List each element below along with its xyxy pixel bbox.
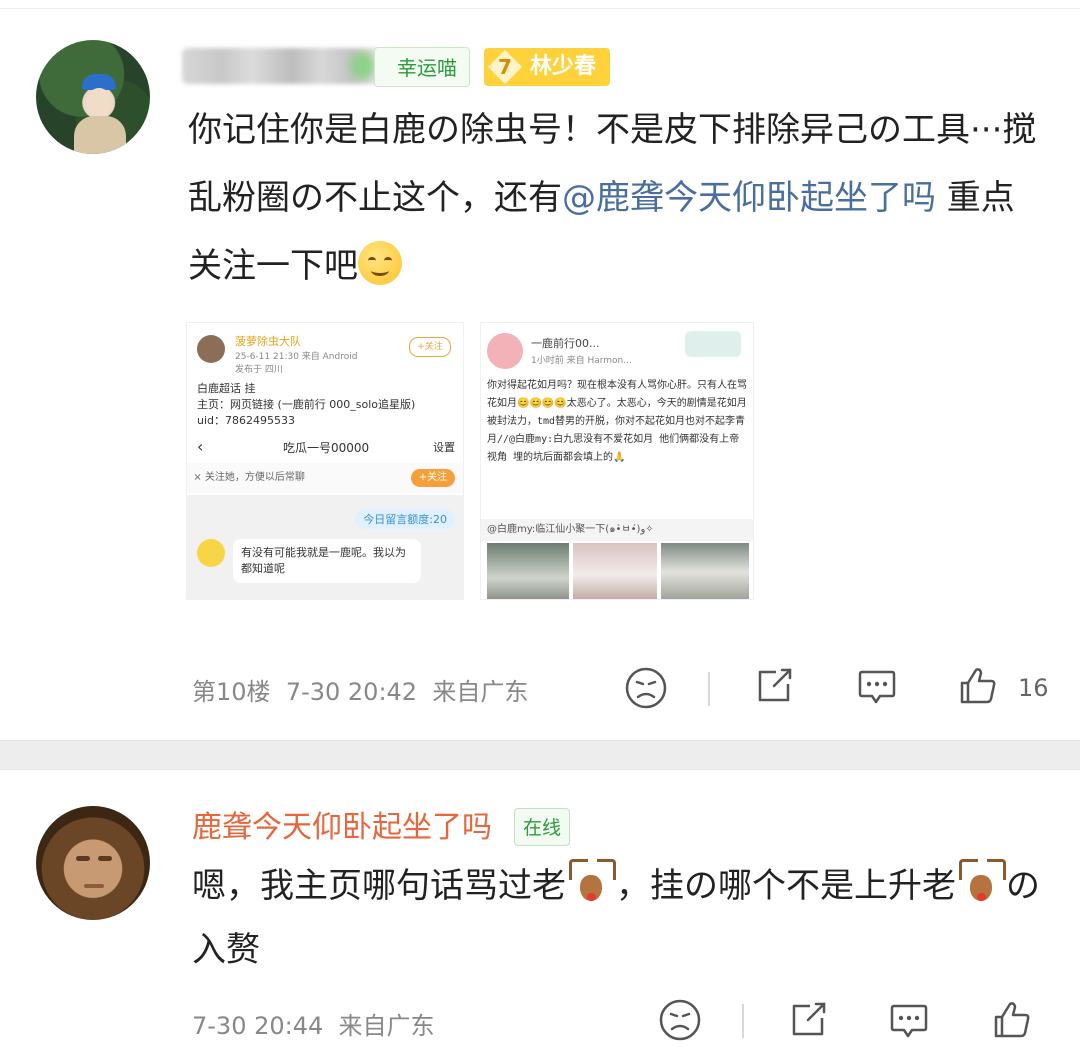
comment-text-part: ，挂の哪个不是上升老: [616, 866, 956, 906]
top-divider: [0, 8, 1080, 9]
fan-level-badge[interactable]: 7 林少春: [484, 48, 610, 86]
avatar[interactable]: [36, 806, 150, 920]
deer-emoji-icon: [956, 857, 1006, 907]
comment-text-part: 嗯，我主页哪句话骂过老: [192, 866, 566, 906]
mention-link[interactable]: @鹿聋今天仰卧起坐了吗: [562, 178, 936, 218]
like-thumb-icon[interactable]: [990, 998, 1034, 1042]
img-text: 白鹿超话 挂 主页：网页链接 (一鹿前行 000_solo追星版) uid：78…: [197, 382, 416, 427]
footer-divider: [742, 1004, 744, 1038]
img-meta: 25-6-11 21:30 来自 Android 发布于 四川: [235, 352, 358, 375]
comment-footer: 7-30 20:44 来自广东: [192, 1006, 435, 1041]
comment-icon[interactable]: [886, 998, 932, 1044]
attached-image-1[interactable]: 菠萝除虫大队 25-6-11 21:30 来自 Android 发布于 四川 +关…: [186, 322, 464, 600]
fan-badge-label: 林少春: [530, 54, 597, 79]
share-icon[interactable]: [752, 664, 796, 708]
img2-user-name: 一鹿前行00...: [531, 337, 600, 350]
like-thumb-icon[interactable]: [956, 664, 1000, 708]
location: 来自广东: [338, 1012, 435, 1040]
dislike-face-icon[interactable]: [624, 666, 668, 710]
user-badge[interactable]: 幸运喵: [374, 47, 470, 87]
like-count: 16: [1018, 674, 1049, 702]
timestamp: 7-30 20:42: [285, 678, 418, 706]
blurred-username[interactable]: [182, 48, 382, 84]
level-icon: 7: [488, 50, 522, 84]
img2-photo: [573, 543, 657, 599]
img2-photo: [661, 543, 749, 599]
img-chat-avatar: [197, 539, 225, 567]
dislike-face-icon[interactable]: [658, 998, 702, 1042]
img2-sticker: [685, 331, 741, 357]
img-chat-bubble: 有没有可能我就是一鹿呢。我以为都知道呢: [233, 539, 421, 583]
img2-text: 你对得起花如月吗？现在根本没有人骂你心肝。只有人在骂花如月😊😊😊😊太恶心了。太恶…: [487, 380, 747, 463]
avatar[interactable]: [36, 40, 150, 154]
back-icon: ‹: [197, 437, 204, 456]
location: 来自广东: [432, 678, 529, 706]
floor-number: 第10楼: [192, 678, 271, 706]
smile-emoji-icon: [358, 241, 402, 285]
comment-text: 你记住你是白鹿の除虫号！不是皮下排除异己の工具···搅乱粉圈の不止这个，还有@鹿…: [188, 96, 1048, 300]
footer-divider: [708, 672, 710, 706]
username[interactable]: 鹿聋今天仰卧起坐了吗: [192, 806, 492, 850]
comment-icon[interactable]: [854, 664, 900, 710]
online-badge: 在线: [514, 808, 571, 846]
attached-image-2[interactable]: 一鹿前行00... 1小时前 来自 Harmon... 你对得起花如月吗？现在根…: [480, 322, 754, 600]
share-icon[interactable]: [786, 998, 830, 1042]
timestamp: 7-30 20:44: [192, 1012, 324, 1040]
deer-emoji-icon: [566, 857, 616, 907]
img-quota: 今日留言额度:20: [355, 509, 455, 529]
section-separator: [0, 740, 1080, 770]
img2-subtext: @白鹿my:临江仙小聚一下(๑•̀ㅂ•́)و✧: [481, 519, 753, 541]
comment-footer: 第10楼 7-30 20:42 来自广东: [192, 672, 528, 707]
img-follow-button: +关注: [409, 337, 451, 357]
img2-photo: [487, 543, 569, 599]
img-chat-header: ‹ 吃瓜一号00000 设置: [197, 437, 455, 456]
comment-text: 嗯，我主页哪句话骂过老 ，挂の哪个不是上升老 の入赘: [192, 854, 1052, 982]
img-user-name: 菠萝除虫大队: [235, 335, 301, 348]
img-notice: × 关注她，方便以后常聊 +关注: [187, 463, 463, 493]
img2-meta: 1小时前 来自 Harmon...: [531, 356, 632, 366]
